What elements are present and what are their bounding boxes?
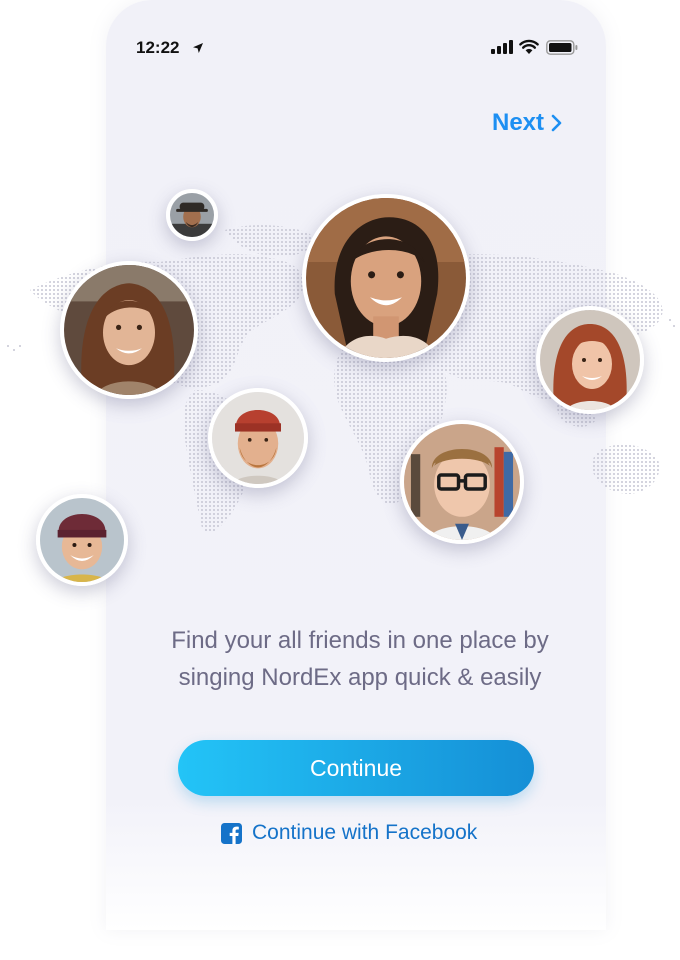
woman-brown-hair-portrait bbox=[64, 265, 194, 395]
man-glasses-portrait bbox=[404, 424, 520, 540]
next-label: Next bbox=[492, 109, 545, 136]
avatar-woman-red-hair bbox=[536, 306, 644, 414]
avatar-man-glasses bbox=[400, 420, 524, 544]
continue-with-facebook-label: Continue with Facebook bbox=[252, 821, 478, 844]
continue-button[interactable]: Continue bbox=[178, 740, 534, 796]
location-arrow-icon bbox=[193, 43, 203, 53]
tagline-line-1: Find your all friends in one place by bbox=[171, 627, 549, 654]
tagline-line-2: singing NordEx app quick & easily bbox=[178, 664, 542, 691]
man-red-beanie-portrait bbox=[212, 392, 304, 484]
avatar-man-red-beanie bbox=[208, 388, 308, 488]
woman-red-hair-portrait bbox=[540, 310, 640, 410]
avatar-man-maroon-beanie bbox=[36, 494, 128, 586]
chevron-right-icon bbox=[551, 114, 562, 132]
next-button[interactable]: Next bbox=[492, 108, 562, 138]
avatar-woman-brown-hair bbox=[60, 261, 198, 399]
man-maroon-beanie-portrait bbox=[40, 498, 124, 582]
cellular-signal-icon bbox=[491, 40, 513, 54]
smiling-woman-portrait bbox=[306, 198, 466, 358]
avatar-man-hat bbox=[166, 189, 218, 241]
man-hat-portrait bbox=[170, 193, 214, 237]
battery-icon bbox=[546, 40, 578, 55]
avatar-smiling-woman bbox=[302, 194, 470, 362]
wifi-icon bbox=[519, 39, 539, 54]
facebook-icon bbox=[221, 822, 242, 844]
status-time: 12:22 bbox=[136, 38, 180, 57]
continue-with-facebook-link[interactable]: Continue with Facebook bbox=[221, 820, 477, 846]
